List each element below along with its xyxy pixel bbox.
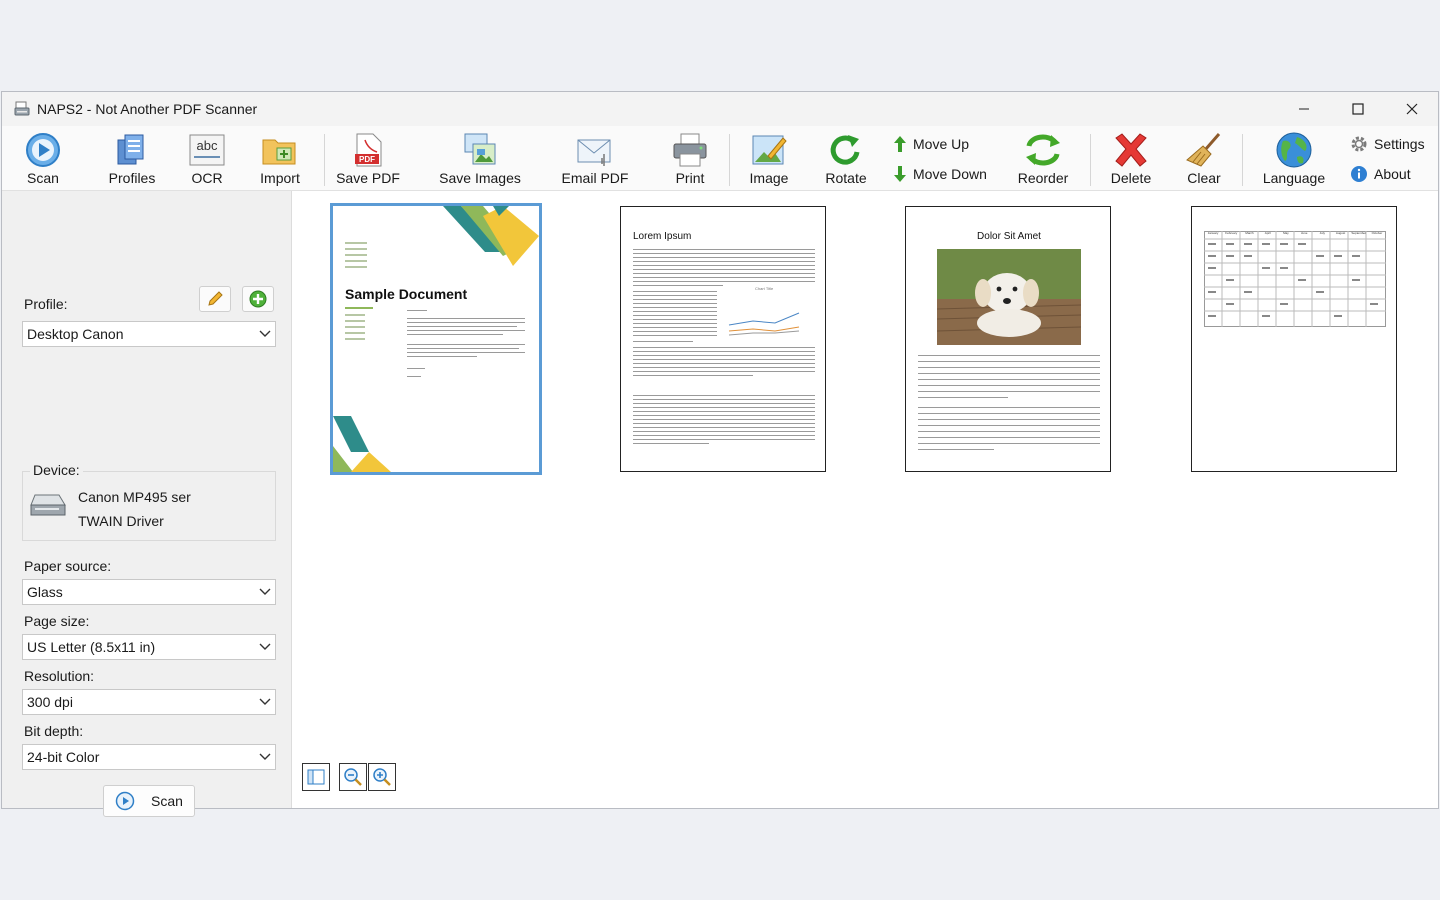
edit-profile-button[interactable] bbox=[199, 286, 231, 312]
zoom-in-button[interactable] bbox=[368, 763, 396, 791]
language-toolbar-button[interactable]: Language bbox=[1259, 130, 1329, 188]
device-driver: TWAIN Driver bbox=[78, 513, 164, 529]
scanner-app-icon bbox=[14, 101, 30, 116]
profile-select[interactable]: Desktop Canon bbox=[22, 321, 276, 347]
resolution-select[interactable]: 300 dpi bbox=[22, 689, 276, 715]
reorder-icon bbox=[1026, 134, 1060, 166]
scan-toolbar-button[interactable]: Scan bbox=[20, 130, 66, 188]
reorder-toolbar-button[interactable]: Reorder bbox=[1016, 130, 1070, 188]
ocr-toolbar-button[interactable]: abc OCR bbox=[185, 130, 229, 188]
svg-text:PDF: PDF bbox=[359, 155, 375, 164]
close-icon bbox=[1406, 103, 1418, 115]
mini-table bbox=[1204, 231, 1386, 327]
device-label: Device: bbox=[30, 462, 83, 478]
edit-image-icon bbox=[752, 135, 787, 165]
play-icon bbox=[26, 133, 60, 167]
scan-settings-panel: Profile: Desktop Canon Device: Canon MP4… bbox=[2, 191, 292, 817]
images-icon bbox=[464, 133, 496, 165]
paper-source-label: Paper source: bbox=[24, 558, 112, 574]
clear-toolbar-button[interactable]: Clear bbox=[1184, 130, 1224, 188]
resolution-label: Resolution: bbox=[24, 668, 95, 684]
page-size-label: Page size: bbox=[24, 613, 90, 629]
about-button[interactable]: About bbox=[1350, 165, 1411, 183]
minimize-icon bbox=[1299, 108, 1309, 110]
delete-toolbar-button[interactable]: Delete bbox=[1107, 130, 1155, 188]
title-bar: NAPS2 - Not Another PDF Scanner bbox=[2, 92, 1438, 126]
toolbar-separator bbox=[1242, 134, 1243, 186]
bit-depth-label: Bit depth: bbox=[24, 723, 84, 739]
arrow-up-icon bbox=[894, 136, 906, 152]
profiles-toolbar-button[interactable]: Profiles bbox=[106, 130, 158, 188]
delete-icon bbox=[1115, 133, 1147, 167]
chevron-down-icon bbox=[259, 753, 271, 760]
device-name: Canon MP495 ser bbox=[78, 489, 191, 505]
profile-label: Profile: bbox=[24, 296, 68, 312]
bit-depth-select[interactable]: 24-bit Color bbox=[22, 744, 276, 770]
maximize-button[interactable] bbox=[1331, 92, 1385, 126]
mini-line-chart bbox=[728, 312, 800, 336]
app-window: NAPS2 - Not Another PDF Scanner Scan Pro… bbox=[1, 91, 1439, 817]
zoom-out-button[interactable] bbox=[339, 763, 367, 791]
play-icon bbox=[115, 791, 135, 811]
print-toolbar-button[interactable]: Print bbox=[668, 130, 712, 188]
minimize-button[interactable] bbox=[1277, 92, 1331, 126]
folder-icon bbox=[262, 139, 296, 165]
sidebar-scan-button[interactable]: Scan bbox=[103, 785, 195, 817]
gear-icon bbox=[1351, 136, 1367, 152]
maximize-icon bbox=[1352, 103, 1364, 115]
page-heading: Dolor Sit Amet bbox=[977, 231, 1041, 242]
toolbar-separator bbox=[324, 134, 325, 186]
import-toolbar-button[interactable]: Import bbox=[256, 130, 304, 188]
close-button[interactable] bbox=[1385, 92, 1439, 126]
move-up-button[interactable]: Move Up bbox=[893, 135, 969, 153]
sidebar-layout-icon bbox=[307, 769, 325, 785]
ocr-icon: abc bbox=[189, 134, 225, 166]
chevron-down-icon bbox=[259, 330, 271, 337]
image-toolbar-button[interactable]: Image bbox=[746, 130, 792, 188]
toolbar-separator bbox=[729, 134, 730, 186]
toggle-sidebar-button[interactable] bbox=[302, 763, 330, 791]
chevron-down-icon bbox=[259, 643, 271, 650]
svg-text:abc: abc bbox=[197, 138, 218, 153]
page-thumbnail[interactable]: Sample Document bbox=[330, 203, 542, 475]
zoom-in-icon bbox=[373, 768, 391, 786]
puppy-photo bbox=[937, 249, 1081, 345]
zoom-out-icon bbox=[344, 768, 362, 786]
pencil-icon bbox=[208, 291, 223, 306]
page-heading: Lorem Ipsum bbox=[633, 231, 692, 242]
settings-button[interactable]: Settings bbox=[1350, 135, 1425, 153]
mini-table-header-row: January February March April May June Ju… bbox=[1207, 231, 1383, 235]
page-heading: Sample Document bbox=[345, 286, 468, 302]
save-images-toolbar-button[interactable]: Save Images bbox=[438, 130, 522, 188]
broom-icon bbox=[1186, 133, 1221, 167]
email-icon bbox=[577, 139, 611, 166]
pdf-icon: PDF bbox=[355, 133, 382, 167]
email-pdf-toolbar-button[interactable]: Email PDF bbox=[560, 130, 630, 188]
save-pdf-toolbar-button[interactable]: PDF Save PDF bbox=[336, 130, 400, 188]
paper-source-select[interactable]: Glass bbox=[22, 579, 276, 605]
info-icon bbox=[1351, 166, 1367, 182]
add-profile-button[interactable] bbox=[242, 286, 274, 312]
globe-icon bbox=[1276, 132, 1312, 168]
main-toolbar: Scan Profiles abc OCR Import PDF Save PD… bbox=[2, 126, 1438, 191]
rotate-toolbar-button[interactable]: Rotate bbox=[822, 130, 870, 188]
page-thumbnail[interactable]: January February March April May June Ju… bbox=[1191, 206, 1397, 472]
page-thumbnail[interactable]: Dolor Sit Amet bbox=[905, 206, 1111, 472]
chevron-down-icon bbox=[259, 698, 271, 705]
scanner-icon bbox=[30, 494, 66, 516]
plus-icon bbox=[249, 290, 267, 308]
window-title: NAPS2 - Not Another PDF Scanner bbox=[37, 101, 258, 117]
page-thumbnails-area: Sample Document Lorem Ipsum Chart Title … bbox=[292, 191, 1438, 808]
arrow-down-icon bbox=[894, 166, 906, 182]
profiles-icon bbox=[117, 134, 144, 165]
chevron-down-icon bbox=[259, 588, 271, 595]
toolbar-separator bbox=[1090, 134, 1091, 186]
move-down-button[interactable]: Move Down bbox=[893, 165, 987, 183]
page-thumbnail[interactable]: Lorem Ipsum Chart Title bbox=[620, 206, 826, 472]
rotate-icon bbox=[830, 135, 860, 165]
page-size-select[interactable]: US Letter (8.5x11 in) bbox=[22, 634, 276, 660]
printer-icon bbox=[673, 133, 707, 167]
